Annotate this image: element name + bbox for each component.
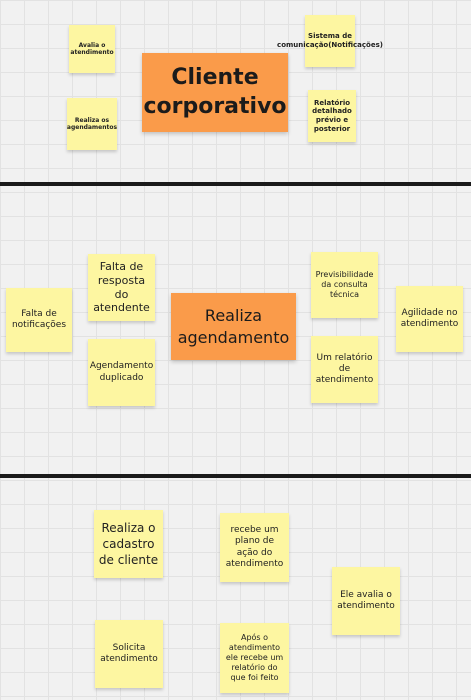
sticky-note-avalia-atendimento[interactable]: Avalia o atendimento	[69, 25, 115, 73]
sticky-note-relatorio-pos-atendimento[interactable]: Após o atendimento ele recebe um relatór…	[220, 623, 289, 693]
central-card-label: Cliente corporativo	[143, 64, 287, 119]
sticky-note-relatorio-detalhado[interactable]: Relatório detalhado prévio e posterior	[308, 90, 356, 142]
sticky-note-avalia-atendimento-2[interactable]: Ele avalia o atendimento	[332, 567, 400, 635]
sticky-note-realiza-agendamentos[interactable]: Realiza os agendamentos	[67, 98, 117, 150]
sticky-note-plano-acao[interactable]: recebe um plano de ação do atendimento	[220, 513, 289, 582]
central-card-cliente-corporativo[interactable]: Cliente corporativo	[142, 53, 288, 132]
central-card-label: Realiza agendamento	[177, 305, 290, 347]
sticky-note-agilidade[interactable]: Agilidade no atendimento	[396, 286, 463, 352]
sticky-note-realiza-cadastro[interactable]: Realiza o cadastro de cliente	[94, 510, 163, 578]
sticky-note-sistema-comunicacao[interactable]: Sistema de comunicação(Notificações)	[277, 15, 383, 67]
sticky-note-falta-resposta[interactable]: Falta de resposta do atendente	[88, 254, 155, 321]
sticky-note-solicita-atendimento[interactable]: Solicita atendimento	[95, 620, 163, 688]
sticky-note-previsibilidade[interactable]: Previsibilidade da consulta técnica	[311, 252, 378, 318]
central-card-realiza-agendamento[interactable]: Realiza agendamento	[171, 293, 296, 360]
section-divider-top	[0, 182, 471, 186]
sticky-note-relatorio-atendimento[interactable]: Um relatório de atendimento	[311, 336, 378, 403]
section-divider-bottom	[0, 474, 471, 478]
sticky-note-falta-notificacoes[interactable]: Falta de notificações	[6, 288, 72, 352]
sticky-note-agendamento-duplicado[interactable]: Agendamento duplicado	[88, 339, 155, 406]
